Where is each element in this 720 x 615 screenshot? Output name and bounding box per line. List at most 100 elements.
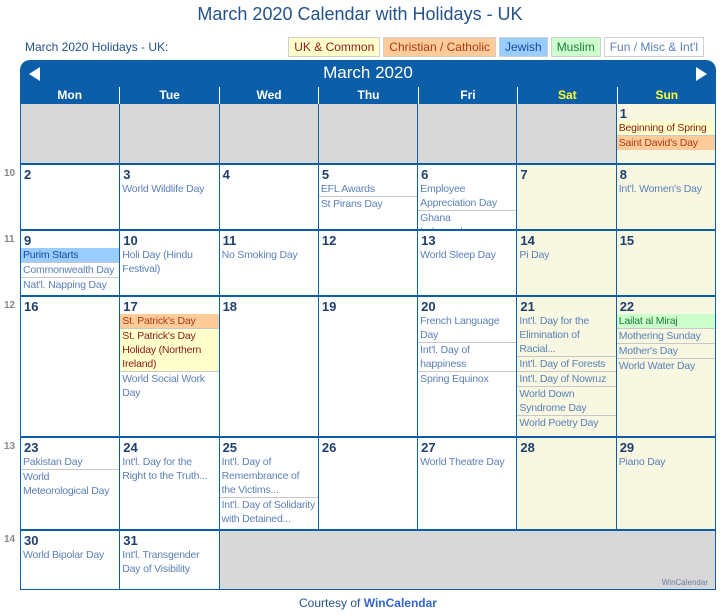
holiday-event[interactable]: St. Patrick's Day Holiday (Northern Irel… xyxy=(120,329,219,372)
holiday-event[interactable]: Pi Day xyxy=(517,248,615,262)
holiday-event[interactable]: St. Patrick's Day xyxy=(120,314,219,329)
day-cell[interactable]: 25 Int'l. Day of Remembrance of the Victi… xyxy=(219,438,318,529)
day-cell[interactable]: 7 xyxy=(517,165,616,229)
week-number: 13 xyxy=(4,441,16,452)
day-number: 15 xyxy=(619,233,635,248)
day-cell[interactable]: 9 Purim Starts Commonwealth Day Nat'l. Napp… xyxy=(21,231,120,295)
day-cell[interactable]: 1 Beginning of Spring Saint David's Day xyxy=(616,104,715,163)
day-cell[interactable]: 11 No Smoking Day xyxy=(219,231,318,295)
day-cell[interactable]: 18 xyxy=(219,297,318,436)
holiday-event[interactable]: Int'l. Day of Remembrance of the Victims… xyxy=(219,455,318,498)
holiday-event[interactable]: Commonwealth Day xyxy=(21,263,120,278)
month-header: March 2020 xyxy=(20,60,716,87)
day-cell[interactable]: 23 Pakistan Day World Meteorological Day xyxy=(21,438,120,529)
day-name-sun: Sun xyxy=(616,87,716,104)
day-number: 26 xyxy=(321,440,337,455)
day-number: 30 xyxy=(24,533,39,548)
day-cell[interactable]: 20 French Language Day Int'l. Day of happi… xyxy=(418,297,517,436)
day-cell[interactable]: 21 Int'l. Day for the Elimination of Raci… xyxy=(517,297,616,436)
holiday-event[interactable]: EFL Awards xyxy=(318,182,418,197)
day-number: 14 xyxy=(520,233,535,248)
holiday-event[interactable]: Int'l. Day for the Right to the Truth... xyxy=(120,455,218,483)
day-cell[interactable]: 15 xyxy=(616,231,715,295)
holiday-event[interactable]: Mother's Day xyxy=(616,344,715,359)
day-number: 28 xyxy=(520,440,535,455)
day-cell[interactable]: 30 World Bipolar Day xyxy=(21,531,120,589)
day-cell[interactable]: 26 xyxy=(318,438,418,529)
day-cell[interactable]: 17 St. Patrick's Day St. Patrick's Day Hol… xyxy=(120,297,219,436)
week-number: 14 xyxy=(4,534,16,545)
holiday-event[interactable]: French Language Day xyxy=(418,314,517,343)
holiday-event[interactable]: World Poetry Day xyxy=(517,416,615,430)
week-number: 11 xyxy=(4,234,15,245)
day-cell[interactable]: 16 xyxy=(21,297,120,436)
legend-muslim[interactable]: Muslim xyxy=(550,37,601,57)
day-name-mon: Mon xyxy=(57,88,83,102)
day-cell[interactable]: 31 Int'l. Transgender Day of Visibility xyxy=(120,531,219,589)
day-number: 12 xyxy=(321,233,337,248)
holiday-event[interactable]: Lailat al Miraj xyxy=(616,314,715,329)
day-number: 29 xyxy=(619,440,635,455)
holiday-event[interactable]: World Social Work Day xyxy=(120,372,218,400)
wincalendar-link[interactable]: WinCalendar xyxy=(364,596,437,610)
holiday-event[interactable]: Int'l. Transgender Day of Visibility xyxy=(120,548,218,576)
day-name-wed: Wed xyxy=(218,87,318,104)
next-month-icon[interactable] xyxy=(696,67,707,81)
holiday-event[interactable]: Employee Appreciation Day xyxy=(418,182,517,211)
day-names-row: Mon Tue Wed Thu Fri Sat Sun xyxy=(20,87,716,104)
empty-day-cell xyxy=(21,104,120,163)
legend-christian-catholic[interactable]: Christian / Catholic xyxy=(383,37,496,57)
holiday-event[interactable]: Int'l. Women's Day xyxy=(617,182,715,196)
day-cell[interactable]: 12 xyxy=(318,231,418,295)
holiday-event[interactable]: Int'l. Day of happiness xyxy=(418,343,517,372)
day-cell[interactable]: 4 xyxy=(219,165,318,229)
holiday-event[interactable]: Spring Equinox xyxy=(418,372,516,386)
day-number: 11 xyxy=(222,233,237,248)
legend-jewish[interactable]: Jewish xyxy=(499,37,548,57)
holiday-event[interactable]: Mothering Sunday xyxy=(616,329,715,344)
holiday-event[interactable]: No Smoking Day xyxy=(220,248,318,262)
day-cell[interactable]: 8 Int'l. Women's Day xyxy=(616,165,715,229)
day-cell[interactable]: 24 Int'l. Day for the Right to the Truth.… xyxy=(120,438,219,529)
holiday-event[interactable]: Nat'l. Napping Day xyxy=(21,278,119,292)
day-cell[interactable]: 6Employee Appreciation DayGhana Independ… xyxy=(418,165,517,229)
holiday-event[interactable]: World Wildlife Day xyxy=(120,182,218,196)
empty-day-cell xyxy=(517,104,616,163)
day-cell[interactable]: 29 Piano Day xyxy=(616,438,715,529)
day-cell[interactable]: 13 World Sleep Day xyxy=(418,231,517,295)
holiday-event[interactable]: Int'l. Day of Solidarity with Detained..… xyxy=(220,498,318,526)
holiday-event[interactable]: World Theatre Day xyxy=(418,455,516,469)
day-cell[interactable]: 28 xyxy=(517,438,616,529)
holiday-event[interactable]: Int'l. Day of Forests xyxy=(517,357,616,372)
holiday-event[interactable]: Int'l. Day for the Elimination of Racial… xyxy=(517,314,616,357)
empty-day-cell xyxy=(120,104,219,163)
holiday-event[interactable]: Int'l. Day of Nowruz xyxy=(517,372,616,387)
holiday-event[interactable]: Purim Starts xyxy=(21,248,120,263)
day-cell[interactable]: 3 World Wildlife Day xyxy=(120,165,219,229)
day-cell[interactable]: 5 EFL Awards St Pirans Day xyxy=(318,165,418,229)
legend-fun-misc-intl[interactable]: Fun / Misc & Int'l xyxy=(603,37,704,57)
legend-uk-common[interactable]: UK & Common xyxy=(288,37,381,57)
holiday-event[interactable]: World Water Day xyxy=(617,359,715,373)
holiday-event[interactable]: World Meteorological Day xyxy=(21,470,119,498)
empty-day-cell xyxy=(219,104,318,163)
holiday-event[interactable]: Saint David's Day xyxy=(616,136,715,150)
holiday-event[interactable]: World Bipolar Day xyxy=(21,548,119,562)
day-cell[interactable]: 19 xyxy=(318,297,418,436)
holiday-event[interactable]: Piano Day xyxy=(617,455,715,469)
day-number: 13 xyxy=(421,233,436,248)
day-cell[interactable]: 14 Pi Day xyxy=(517,231,616,295)
day-cell[interactable]: 22 Lailat al Miraj Mothering Sunday Mother'… xyxy=(616,297,715,436)
holiday-event[interactable]: Pakistan Day xyxy=(21,455,120,470)
day-name-fri: Fri xyxy=(417,87,517,104)
holiday-event[interactable]: World Down Syndrome Day xyxy=(517,387,616,416)
day-number: 21 xyxy=(520,299,535,314)
holiday-event[interactable]: Holi Day (Hindu Festival) xyxy=(120,248,218,276)
day-cell[interactable]: 10 Holi Day (Hindu Festival) xyxy=(120,231,219,295)
holiday-event[interactable]: World Sleep Day xyxy=(418,248,516,262)
day-cell[interactable]: 2 xyxy=(21,165,120,229)
holiday-event[interactable]: Beginning of Spring xyxy=(616,121,715,136)
day-cell[interactable]: 27 World Theatre Day xyxy=(418,438,517,529)
holiday-event[interactable]: Ghana Independence xyxy=(418,211,516,229)
holiday-event[interactable]: St Pirans Day xyxy=(319,197,417,211)
